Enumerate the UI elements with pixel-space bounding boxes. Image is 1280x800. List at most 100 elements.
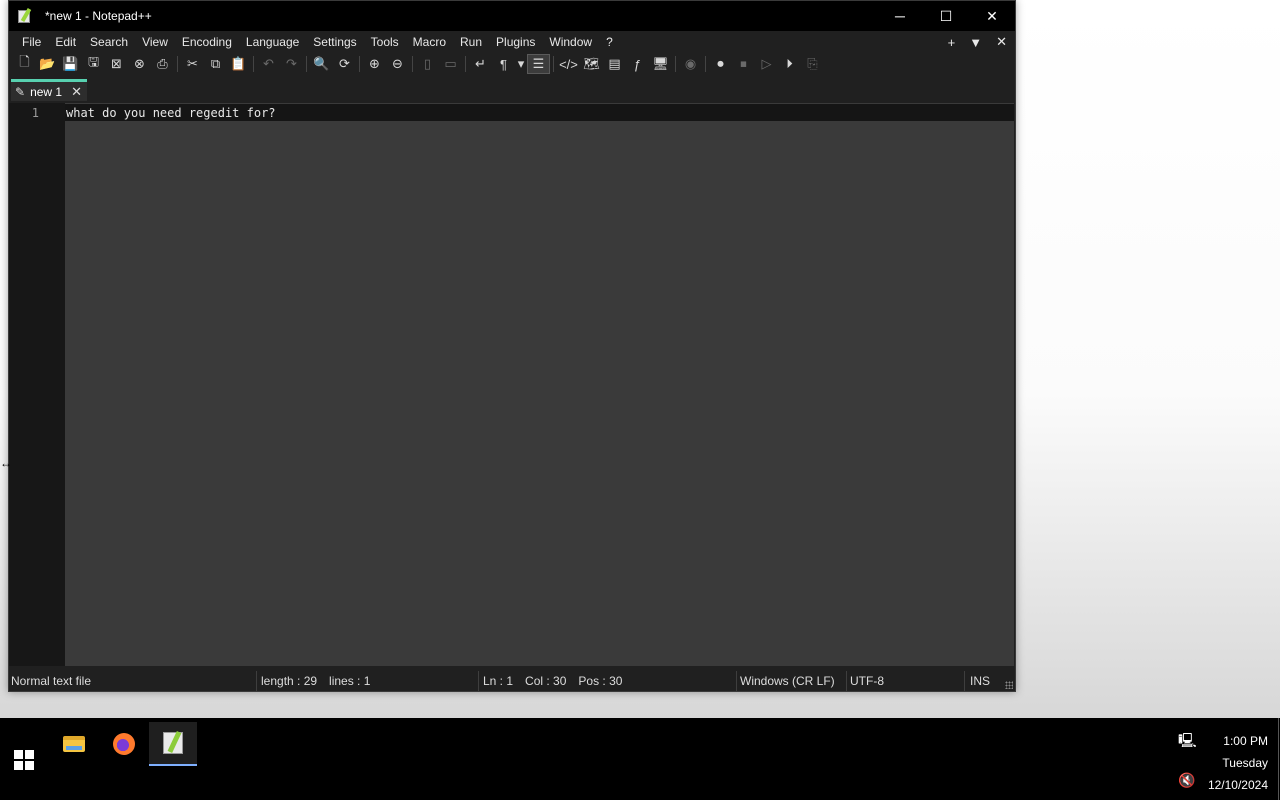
record-macro-icon[interactable]: ⏺ — [709, 54, 732, 74]
stop-macro-icon[interactable]: ⏹ — [732, 54, 755, 74]
tab-bar: ✎ new 1 ✕ — [9, 79, 1015, 101]
minimize-button[interactable]: ─ — [877, 1, 923, 31]
zoom-in-icon[interactable]: ⊕ — [363, 54, 386, 74]
menu-view[interactable]: View — [135, 32, 175, 52]
play-macro-icon[interactable]: ▷ — [755, 54, 778, 74]
taskbar-firefox[interactable] — [100, 722, 148, 766]
run-macro-multiple-icon[interactable]: ⏵ — [778, 54, 801, 74]
menu-window[interactable]: Window — [542, 32, 599, 52]
new-tab-plus-icon[interactable]: + — [948, 35, 956, 50]
tab-list-dropdown-icon[interactable]: ▼ — [969, 35, 982, 50]
notepadpp-window: *new 1 - Notepad++ ─ ☐ ✕ File Edit Searc… — [8, 0, 1016, 692]
close-file-icon[interactable]: ⊠ — [105, 54, 128, 74]
modified-pencil-icon: ✎ — [15, 84, 26, 99]
toolbar: 🗋 📂 💾 🖫 ⊠ ⊗ ⎙ ✂ ⧉ 📋 ↶ ↷ 🔍 ⟳ ⊕ ⊖ ▯ ▭ ↵ ¶ … — [9, 53, 1015, 75]
lines-label: lines : 1 — [329, 674, 371, 688]
open-folder-icon[interactable]: 📂 — [36, 54, 59, 74]
maximize-button[interactable]: ☐ — [923, 1, 969, 31]
start-windows-icon[interactable] — [14, 750, 34, 770]
clock-time: 1:00 PM — [1223, 734, 1268, 748]
menu-edit[interactable]: Edit — [48, 32, 83, 52]
line-number: 1 — [31, 106, 39, 120]
sync-vertical-scroll-icon[interactable]: ▯ — [416, 54, 439, 74]
copy-icon[interactable]: ⧉ — [204, 54, 227, 74]
toolbar-divider — [412, 56, 413, 72]
find-icon[interactable]: 🔍 — [310, 54, 333, 74]
menu-file[interactable]: File — [15, 32, 48, 52]
show-desktop-divider[interactable] — [1278, 718, 1279, 800]
editor-line[interactable]: what do you need regedit for? — [66, 105, 276, 121]
indent-guide-icon[interactable]: ☰ — [527, 54, 550, 74]
document-list-icon[interactable]: ▤ — [603, 54, 626, 74]
menu-search[interactable]: Search — [83, 32, 135, 52]
notepadpp-icon — [17, 7, 33, 24]
replace-icon[interactable]: ⟳ — [333, 54, 356, 74]
zoom-out-icon[interactable]: ⊖ — [386, 54, 409, 74]
resize-cursor-icon: ↔ — [0, 456, 12, 470]
resize-grip[interactable] — [1005, 681, 1013, 689]
editor-area[interactable]: 1 what do you need regedit for? — [9, 103, 1014, 666]
notepadpp-taskbar-icon — [163, 732, 183, 754]
tab-close-icon[interactable]: ✕ — [71, 84, 82, 100]
status-length: length : 29 lines : 1 — [257, 671, 479, 691]
file-explorer-icon — [63, 736, 85, 752]
sync-horizontal-scroll-icon[interactable]: ▭ — [439, 54, 462, 74]
taskbar-file-explorer[interactable] — [50, 722, 98, 766]
toolbar-divider — [675, 56, 676, 72]
print-icon[interactable]: ⎙ — [151, 54, 174, 74]
word-wrap-icon[interactable]: ↵ — [469, 54, 492, 74]
menu-tools[interactable]: Tools — [364, 32, 406, 52]
monitoring-icon[interactable]: ◉ — [679, 54, 702, 74]
redo-icon[interactable]: ↷ — [280, 54, 303, 74]
undo-icon[interactable]: ↶ — [257, 54, 280, 74]
toolbar-divider — [705, 56, 706, 72]
menu-plugins[interactable]: Plugins — [489, 32, 542, 52]
col-label: Col : 30 — [525, 674, 567, 688]
line-number-gutter: 1 — [9, 103, 65, 666]
taskbar-notepadpp[interactable] — [149, 722, 197, 766]
cut-icon[interactable]: ✂ — [181, 54, 204, 74]
pos-label: Pos : 30 — [578, 674, 623, 688]
taskbar: 🖳 🔇 1:00 PM Tuesday 12/10/2024 — [0, 718, 1280, 800]
ln-label: Ln : 1 — [483, 674, 514, 688]
close-all-icon[interactable]: ⊗ — [128, 54, 151, 74]
new-file-icon[interactable]: 🗋 — [13, 54, 36, 74]
toolbar-divider — [253, 56, 254, 72]
paste-icon[interactable]: 📋 — [227, 54, 250, 74]
menu-run[interactable]: Run — [453, 32, 489, 52]
tab-new-1[interactable]: ✎ new 1 ✕ — [11, 79, 87, 101]
title-bar[interactable]: *new 1 - Notepad++ ─ ☐ ✕ — [9, 1, 1015, 31]
eol-label: Windows (CR LF) — [740, 674, 835, 688]
function-list-icon[interactable]: ƒ — [626, 54, 649, 74]
save-all-icon[interactable]: 🖫 — [82, 54, 105, 74]
save-icon[interactable]: 💾 — [59, 54, 82, 74]
save-macro-icon[interactable]: ⎘ — [801, 54, 824, 74]
menu-settings[interactable]: Settings — [306, 32, 363, 52]
folder-as-workspace-icon[interactable]: 🖥 — [649, 54, 672, 74]
menu-help[interactable]: ? — [599, 32, 620, 52]
chevron-down-icon[interactable]: ▾ — [515, 54, 527, 74]
volume-muted-icon[interactable]: 🔇 — [1178, 772, 1195, 789]
menu-language[interactable]: Language — [239, 32, 306, 52]
menu-encoding[interactable]: Encoding — [175, 32, 239, 52]
document-map-icon[interactable]: 🗺 — [580, 54, 603, 74]
clock[interactable]: 1:00 PM Tuesday 12/10/2024 — [1208, 730, 1268, 796]
insert-mode-label: INS — [970, 674, 991, 688]
user-language-icon[interactable]: </> — [557, 54, 580, 74]
show-all-characters-icon[interactable]: ¶ — [492, 54, 515, 74]
menu-macro[interactable]: Macro — [406, 32, 453, 52]
status-bar: Normal text file length : 29 lines : 1 L… — [9, 671, 1015, 691]
network-icon[interactable]: 🖳 — [1178, 730, 1197, 754]
toolbar-divider — [177, 56, 178, 72]
close-button[interactable]: ✕ — [969, 1, 1015, 31]
status-file-type: Normal text file — [9, 671, 257, 691]
length-label: length : 29 — [261, 674, 318, 688]
status-position: Ln : 1 Col : 30 Pos : 30 — [479, 671, 737, 691]
window-title: *new 1 - Notepad++ — [45, 9, 152, 23]
status-insert-mode: INS — [965, 671, 995, 691]
close-document-icon[interactable]: ✕ — [996, 34, 1007, 50]
toolbar-divider — [359, 56, 360, 72]
firefox-icon — [113, 733, 135, 755]
status-eol: Windows (CR LF) — [737, 671, 847, 691]
clock-date: 12/10/2024 — [1207, 778, 1268, 792]
